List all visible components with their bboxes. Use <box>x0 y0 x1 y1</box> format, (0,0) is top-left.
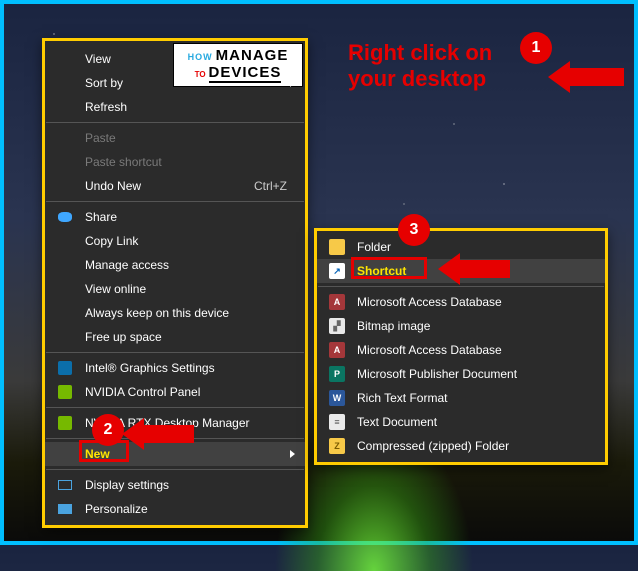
menu-label: Bitmap image <box>357 319 587 333</box>
chevron-right-icon <box>290 450 295 458</box>
menu-separator <box>318 286 604 287</box>
menu-label: Folder <box>357 240 587 254</box>
menu-label: Free up space <box>85 330 287 344</box>
menu-item-view-online[interactable]: View online <box>45 277 305 301</box>
menu-item-display-settings[interactable]: Display settings <box>45 473 305 497</box>
menu-separator <box>46 407 304 408</box>
menu-label: Sort by <box>85 76 287 90</box>
menu-item-copy-link[interactable]: Copy Link <box>45 229 305 253</box>
nvidia-icon <box>57 384 73 400</box>
shortcut-icon: ↗ <box>329 263 345 279</box>
chevron-right-icon <box>290 79 295 87</box>
menu-label: Paste <box>85 131 287 145</box>
intel-icon <box>57 360 73 376</box>
bitmap-icon: ▞ <box>329 318 345 334</box>
menu-separator <box>46 352 304 353</box>
annotation-arrow-3 <box>440 260 510 278</box>
menu-label: Always keep on this device <box>85 306 287 320</box>
menu-label: Undo New <box>85 179 254 193</box>
submenu-item-folder[interactable]: Folder <box>317 235 605 259</box>
submenu-item-rich-text-format[interactable]: W Rich Text Format <box>317 386 605 410</box>
menu-label: NVIDIA Control Panel <box>85 385 287 399</box>
annotation-line1: Right click on <box>348 40 492 65</box>
menu-label: Microsoft Access Database <box>357 295 587 309</box>
menu-item-paste: Paste <box>45 126 305 150</box>
submenu-item-access-database-2[interactable]: A Microsoft Access Database <box>317 338 605 362</box>
menu-item-personalize[interactable]: Personalize <box>45 497 305 521</box>
menu-item-always-keep[interactable]: Always keep on this device <box>45 301 305 325</box>
access-icon: A <box>329 342 345 358</box>
submenu-item-access-database[interactable]: A Microsoft Access Database <box>317 290 605 314</box>
menu-label: Microsoft Publisher Document <box>357 367 587 381</box>
submenu-item-bitmap-image[interactable]: ▞ Bitmap image <box>317 314 605 338</box>
menu-label: Compressed (zipped) Folder <box>357 439 587 453</box>
step-badge-3: 3 <box>398 214 430 246</box>
annotation-line2: your desktop <box>348 66 486 91</box>
menu-label: Microsoft Access Database <box>357 343 587 357</box>
menu-item-nvidia-control-panel[interactable]: NVIDIA Control Panel <box>45 380 305 404</box>
access-icon: A <box>329 294 345 310</box>
step-badge-1: 1 <box>520 32 552 64</box>
menu-item-view[interactable]: View <box>45 47 305 71</box>
zip-icon: Z <box>329 438 345 454</box>
display-icon <box>57 477 73 493</box>
menu-separator <box>46 122 304 123</box>
menu-label: Refresh <box>85 100 287 114</box>
menu-label: Manage access <box>85 258 287 272</box>
menu-separator <box>46 201 304 202</box>
menu-item-paste-shortcut: Paste shortcut <box>45 150 305 174</box>
cloud-icon <box>57 209 73 225</box>
menu-item-undo-new[interactable]: Undo New Ctrl+Z <box>45 174 305 198</box>
menu-shortcut: Ctrl+Z <box>254 179 287 193</box>
menu-label: Share <box>85 210 287 224</box>
menu-item-new[interactable]: New <box>45 442 305 466</box>
text-icon: ≡ <box>329 414 345 430</box>
personalize-icon <box>57 501 73 517</box>
menu-label: Paste shortcut <box>85 155 287 169</box>
desktop-context-menu: HOW MANAGE TO DEVICES View Sort by Refre… <box>42 38 308 528</box>
nvidia-icon <box>57 415 73 431</box>
submenu-item-compressed-folder[interactable]: Z Compressed (zipped) Folder <box>317 434 605 458</box>
annotation-arrow-1 <box>550 68 624 86</box>
step-badge-2: 2 <box>92 414 124 446</box>
menu-item-free-up-space[interactable]: Free up space <box>45 325 305 349</box>
menu-label: Personalize <box>85 502 287 516</box>
menu-label: View online <box>85 282 287 296</box>
menu-label: Display settings <box>85 478 287 492</box>
menu-item-manage-access[interactable]: Manage access <box>45 253 305 277</box>
chevron-right-icon <box>290 55 295 63</box>
menu-label: Text Document <box>357 415 587 429</box>
rtf-icon: W <box>329 390 345 406</box>
annotation-highlight-shortcut <box>351 257 427 279</box>
annotation-arrow-2 <box>124 425 194 443</box>
folder-icon <box>329 239 345 255</box>
menu-separator <box>46 469 304 470</box>
submenu-item-publisher-document[interactable]: P Microsoft Publisher Document <box>317 362 605 386</box>
annotation-instruction: Right click on your desktop <box>348 40 492 93</box>
menu-label: View <box>85 52 287 66</box>
publisher-icon: P <box>329 366 345 382</box>
menu-label: Copy Link <box>85 234 287 248</box>
menu-label: Rich Text Format <box>357 391 587 405</box>
submenu-item-text-document[interactable]: ≡ Text Document <box>317 410 605 434</box>
menu-label: Intel® Graphics Settings <box>85 361 287 375</box>
menu-item-sort-by[interactable]: Sort by <box>45 71 305 95</box>
menu-item-intel-graphics[interactable]: Intel® Graphics Settings <box>45 356 305 380</box>
menu-item-share[interactable]: Share <box>45 205 305 229</box>
menu-item-refresh[interactable]: Refresh <box>45 95 305 119</box>
